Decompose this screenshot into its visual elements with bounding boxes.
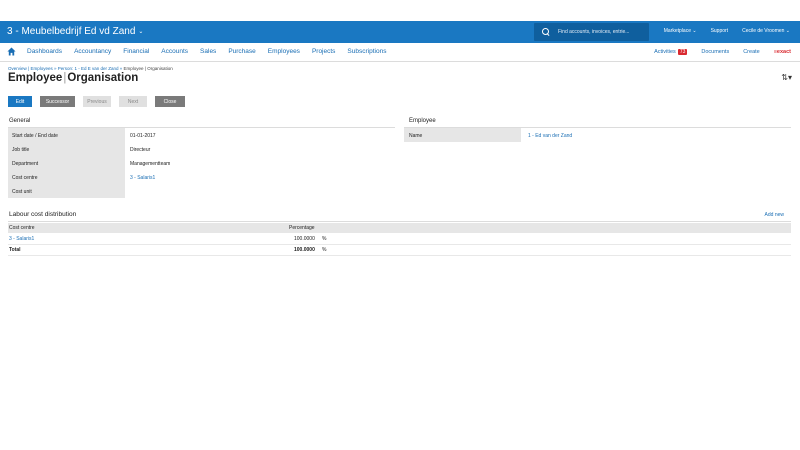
next-button[interactable]: Next: [119, 96, 147, 107]
search-icon: [542, 28, 550, 36]
search-input[interactable]: Find accounts, invoices, entrie...: [534, 23, 649, 41]
page-title-main: Employee: [8, 72, 63, 84]
row-percentage: 100.0000: [294, 236, 315, 242]
activities-link[interactable]: Activities 73: [654, 49, 688, 55]
total-divider: [8, 255, 791, 256]
cost-unit-label: Cost unit: [12, 189, 32, 195]
job-title-label: Job title: [12, 147, 30, 153]
activities-label: Activities: [654, 49, 676, 55]
row-divider: [8, 244, 791, 245]
main-nav: Dashboards Accountancy Financial Account…: [0, 43, 800, 62]
home-icon[interactable]: [7, 47, 16, 56]
company-selector[interactable]: 3 - Meubelbedrijf Ed vd Zand ⌄: [7, 26, 143, 37]
employee-section-title: Employee: [409, 118, 436, 124]
labour-divider: [8, 221, 791, 222]
row-percentage-unit: %: [322, 236, 327, 242]
close-button[interactable]: Close: [155, 96, 185, 107]
col-header-percentage[interactable]: Percentage: [289, 225, 315, 231]
exact-logo: ≡exact: [773, 49, 791, 55]
row-cost-centre-link[interactable]: 3 - Salaris1: [9, 236, 34, 242]
create-link[interactable]: Create: [743, 49, 760, 55]
breadcrumb: Overview | Employees » Person: 1 - Ed E …: [8, 66, 173, 71]
breadcrumb-person[interactable]: Person: 1 - Ed E van der Zand: [58, 66, 119, 71]
department-value: Managementteam: [130, 161, 171, 167]
user-menu[interactable]: Cecile de Vroomen ⌄: [742, 28, 790, 34]
breadcrumb-overview[interactable]: Overview: [8, 66, 27, 71]
nav-sales[interactable]: Sales: [200, 48, 216, 55]
nav-purchase[interactable]: Purchase: [228, 48, 255, 55]
labour-table-header: Cost centre Percentage: [8, 223, 791, 233]
job-title-value: Directeur: [130, 147, 151, 153]
activities-badge: 73: [677, 49, 688, 55]
marketplace-menu[interactable]: Marketplace ⌄: [664, 28, 697, 34]
cost-centre-link[interactable]: 3 - Salaris1: [130, 175, 155, 181]
chevron-down-icon: ⌄: [138, 29, 144, 35]
total-label: Total: [9, 247, 21, 253]
nav-accounts[interactable]: Accounts: [161, 48, 188, 55]
successor-button[interactable]: Successor: [40, 96, 75, 107]
breadcrumb-employees[interactable]: Employees: [30, 66, 52, 71]
edit-button[interactable]: Edit: [8, 96, 32, 107]
name-label: Name: [409, 133, 423, 139]
nav-accountancy[interactable]: Accountancy: [74, 48, 111, 55]
page-title: Employee|Organisation: [8, 72, 138, 84]
department-label: Department: [12, 161, 39, 167]
nav-dashboards[interactable]: Dashboards: [27, 48, 62, 55]
total-value: 100.0000: [294, 247, 315, 253]
start-date-value: 01-01-2017: [130, 133, 156, 139]
documents-link[interactable]: Documents: [701, 49, 729, 55]
col-header-cost-centre[interactable]: Cost centre: [9, 225, 35, 231]
start-end-date-label: Start date / End date: [12, 133, 58, 139]
support-link[interactable]: Support: [711, 28, 729, 34]
total-unit: %: [322, 247, 327, 253]
action-buttons: Edit Successor Previous Next Close: [8, 96, 185, 107]
labour-cost-title: Labour cost distribution: [9, 211, 77, 218]
top-bar: 3 - Meubelbedrijf Ed vd Zand ⌄ Find acco…: [0, 21, 800, 43]
company-name: 3 - Meubelbedrijf Ed vd Zand: [7, 26, 136, 37]
page-title-sub: Organisation: [67, 72, 139, 84]
nav-employees[interactable]: Employees: [268, 48, 300, 55]
pin-icon[interactable]: ⇅▾: [781, 73, 792, 82]
cost-centre-label: Cost centre: [12, 175, 38, 181]
breadcrumb-current: Employee | Organisation: [123, 66, 173, 71]
add-new-link[interactable]: Add new: [765, 212, 784, 218]
previous-button[interactable]: Previous: [83, 96, 111, 107]
employee-name-link[interactable]: 1 - Ed van der Zand: [528, 133, 572, 139]
nav-financial[interactable]: Financial: [123, 48, 149, 55]
general-section-title: General: [9, 118, 31, 124]
nav-projects[interactable]: Projects: [312, 48, 335, 55]
title-separator: |: [63, 72, 67, 84]
nav-subscriptions[interactable]: Subscriptions: [347, 48, 386, 55]
search-placeholder: Find accounts, invoices, entrie...: [558, 29, 630, 35]
